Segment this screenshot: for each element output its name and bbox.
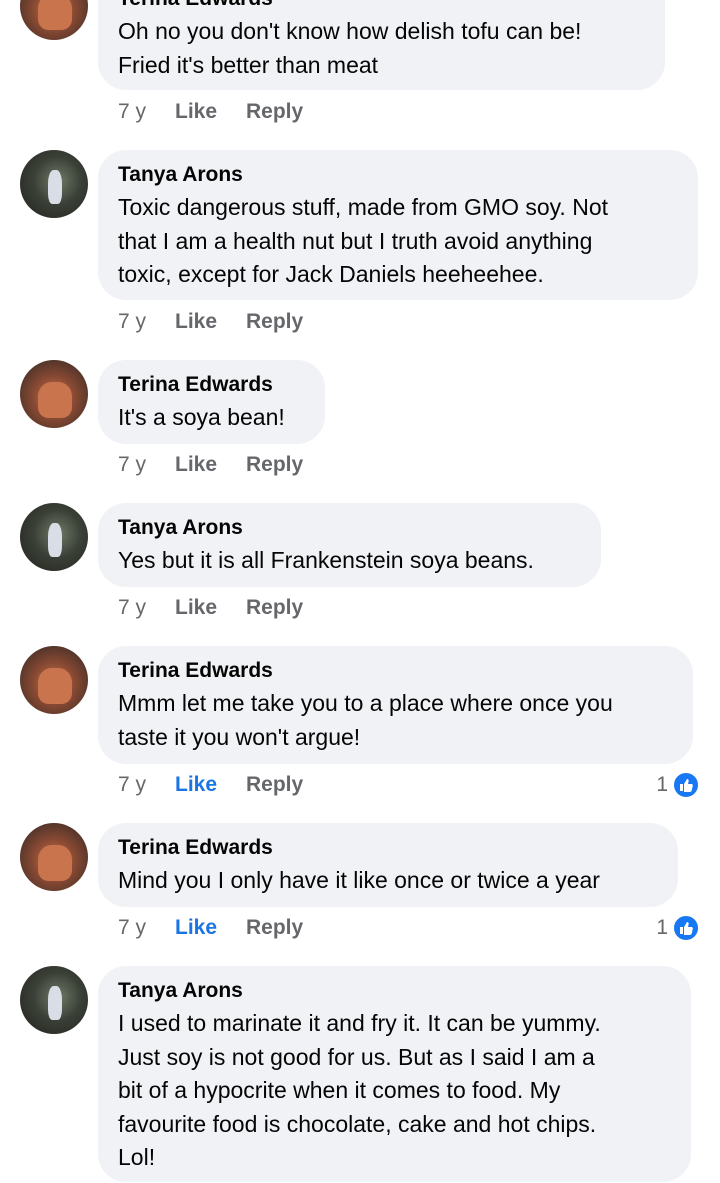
reply-button[interactable]: Reply: [246, 773, 303, 797]
comment-actions: 7 y Like Reply: [118, 450, 303, 480]
avatar[interactable]: [20, 966, 88, 1034]
comment-time[interactable]: 7 y: [118, 310, 175, 334]
reply-button[interactable]: Reply: [246, 100, 303, 124]
commenter-name[interactable]: Terina Edwards: [118, 658, 673, 684]
comment-time[interactable]: 7 y: [118, 453, 175, 477]
comment-text: Yes but it is all Frankenstein soya bean…: [118, 547, 534, 573]
reaction-count: 1: [656, 916, 668, 939]
thumbs-up-icon: [672, 771, 700, 799]
avatar[interactable]: [20, 0, 88, 40]
comment-text: It's a soya bean!: [118, 404, 285, 430]
avatar[interactable]: [20, 646, 88, 714]
comment-actions: 7 y Like Reply: [118, 770, 303, 800]
commenter-name[interactable]: Tanya Arons: [118, 978, 671, 1004]
avatar[interactable]: [20, 503, 88, 571]
commenter-name[interactable]: Terina Edwards: [118, 835, 658, 861]
comment-time[interactable]: 7 y: [118, 596, 175, 620]
comment-bubble: Terina Edwards Mmm let me take you to a …: [98, 646, 693, 764]
like-button[interactable]: Like: [175, 310, 246, 334]
comment-actions: 7 y Like Reply: [118, 307, 303, 337]
comment-text: Toxic dangerous stuff, made from GMO soy…: [118, 194, 609, 287]
comment-time[interactable]: 7 y: [118, 100, 175, 124]
comment-time[interactable]: 7 y: [118, 773, 175, 797]
commenter-name[interactable]: Terina Edwards: [118, 372, 305, 398]
reply-button[interactable]: Reply: [246, 916, 303, 940]
comment-bubble: Terina Edwards Mind you I only have it l…: [98, 823, 678, 907]
comment-time[interactable]: 7 y: [118, 916, 175, 940]
like-button[interactable]: Like: [175, 773, 246, 797]
like-button[interactable]: Like: [175, 596, 246, 620]
avatar[interactable]: [20, 150, 88, 218]
comment-bubble: Tanya Arons Toxic dangerous stuff, made …: [98, 150, 698, 300]
like-button[interactable]: Like: [175, 453, 246, 477]
reply-button[interactable]: Reply: [246, 310, 303, 334]
commenter-name[interactable]: Terina Edwards: [118, 0, 645, 12]
comment-actions: 7 y Like Reply: [118, 593, 303, 623]
commenter-name[interactable]: Tanya Arons: [118, 162, 678, 188]
comment-bubble: Tanya Arons Yes but it is all Frankenste…: [98, 503, 601, 587]
comment-actions: 7 y Like Reply: [118, 913, 303, 943]
comment-text: Mmm let me take you to a place where onc…: [118, 690, 613, 750]
avatar[interactable]: [20, 360, 88, 428]
reply-button[interactable]: Reply: [246, 453, 303, 477]
reaction-count: 1: [656, 773, 668, 796]
comment-bubble: Terina Edwards It's a soya bean!: [98, 360, 325, 444]
comment-bubble: Terina Edwards Oh no you don't know how …: [98, 0, 665, 90]
thumbs-up-icon: [672, 914, 700, 942]
comment-text: Oh no you don't know how delish tofu can…: [118, 18, 582, 78]
like-button[interactable]: Like: [175, 100, 246, 124]
comment-bubble: Tanya Arons I used to marinate it and fr…: [98, 966, 691, 1182]
avatar[interactable]: [20, 823, 88, 891]
like-button[interactable]: Like: [175, 916, 246, 940]
reaction-summary[interactable]: 1: [656, 770, 700, 800]
comment-text: Mind you I only have it like once or twi…: [118, 867, 600, 893]
commenter-name[interactable]: Tanya Arons: [118, 515, 581, 541]
comment-actions: 7 y Like Reply: [118, 97, 303, 127]
comment-text: I used to marinate it and fry it. It can…: [118, 1010, 601, 1170]
reply-button[interactable]: Reply: [246, 596, 303, 620]
reaction-summary[interactable]: 1: [656, 913, 700, 943]
